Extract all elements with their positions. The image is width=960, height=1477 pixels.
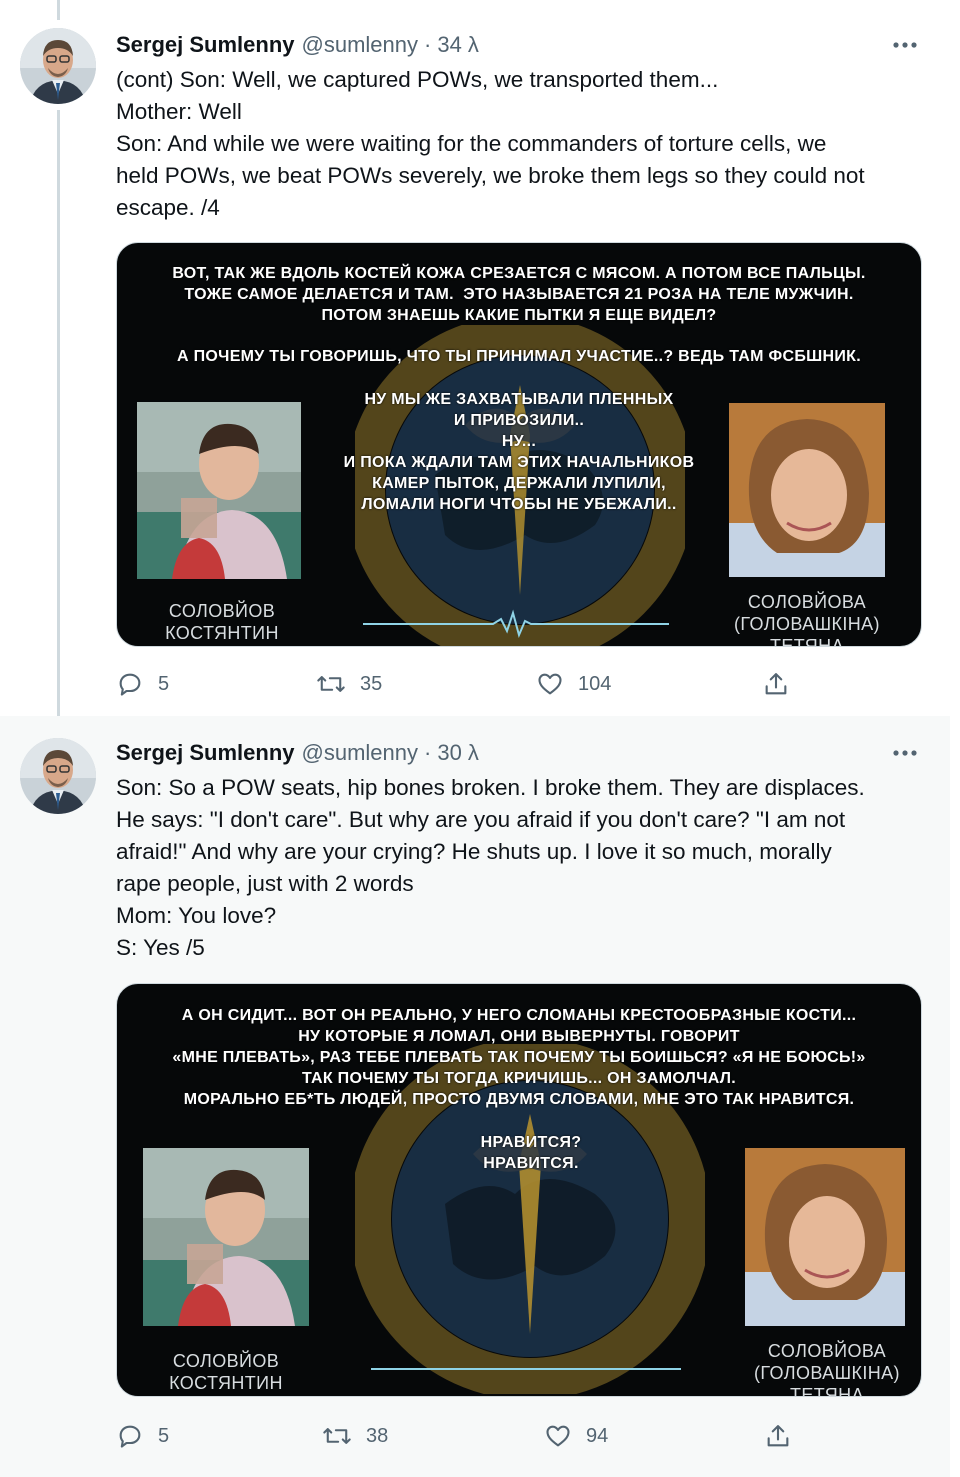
share-icon [767, 1425, 789, 1447]
label-line: (ГОЛОВАШКІНА) [734, 614, 880, 634]
tweet-text-line: escape. /4 [116, 195, 220, 220]
avatar[interactable] [20, 738, 96, 814]
reply-button[interactable]: 5 [116, 670, 316, 698]
tweet-text-line: rape people, just with 2 words [116, 871, 414, 896]
photo-son [137, 402, 301, 579]
separator-dot: · [424, 32, 432, 57]
label-line: ТЕТЯНА [769, 636, 844, 647]
tweet-media-image[interactable]: ВОТ, ТАК ЖЕ ВДОЛЬ КОСТЕЙ КОЖА СРЕЗАЕТСЯ … [116, 242, 922, 647]
tweet-actions: 5 38 94 [116, 1419, 806, 1453]
reply-icon [119, 673, 141, 696]
tweet-text-line: S: Yes /5 [116, 935, 205, 960]
audio-waveform-icon [371, 1368, 681, 1370]
more-icon[interactable] [890, 738, 920, 768]
left-person-label: СОЛОВЙОВ КОСТЯНТИН [141, 1350, 311, 1394]
photo-son [143, 1148, 309, 1326]
like-count: 104 [578, 672, 612, 695]
like-count: 94 [586, 1424, 609, 1447]
retweet-button[interactable]: 38 [322, 1422, 544, 1450]
like-button[interactable]: 94 [544, 1422, 764, 1450]
share-button[interactable] [764, 1422, 792, 1450]
label-line: КОСТЯНТИН [169, 1373, 283, 1393]
right-person-label: СОЛОВЙОВА (ГОЛОВАШКІНА) ТЕТЯНА [717, 591, 897, 647]
caption-line: ПОТОМ ЗНАЕШЬ КАКИЕ ПЫТКИ Я ЕЩЕ ВИДЕЛ? [321, 307, 717, 324]
label-line: СОЛОВЙОВА [767, 1341, 887, 1361]
tweet-text-line: Son: And while we were waiting for the c… [116, 131, 827, 156]
like-icon [546, 1425, 570, 1447]
label-line: СОЛОВЙОВ [172, 1351, 280, 1371]
retweet-count: 35 [360, 672, 383, 695]
tweet-text-line: Son: So a POW seats, hip bones broken. I… [116, 775, 865, 800]
thread-line-top [57, 0, 60, 20]
tweet-timestamp[interactable]: 30 λ [437, 740, 479, 766]
label-line: СОЛОВЙОВА [747, 592, 867, 612]
label-line: КОСТЯНТИН [165, 623, 279, 643]
tweet-text: Son: So a POW seats, hip bones broken. I… [116, 772, 926, 964]
tweet-media-image[interactable]: А ОН СИДИТ... ВОТ ОН РЕАЛЬНО, У НЕГО СЛО… [116, 983, 922, 1397]
tweet-text-line: Mother: Well [116, 99, 242, 124]
caption-line: А ОН СИДИТ... ВОТ ОН РЕАЛЬНО, У НЕГО СЛО… [181, 1007, 857, 1024]
author-handle[interactable]: @sumlenny [302, 740, 419, 766]
tweet-1[interactable]: Sergej Sumlenny @sumlenny · 34 λ (cont) … [0, 0, 950, 716]
audio-waveform-icon [363, 609, 669, 639]
video-caption-top: ВОТ, ТАК ЖЕ ВДОЛЬ КОСТЕЙ КОЖА СРЕЗАЕТСЯ … [117, 263, 921, 326]
label-line: СОЛОВЙОВ [168, 601, 276, 621]
right-person-label: СОЛОВЙОВА (ГОЛОВАШКІНА) ТЕТЯНА [737, 1340, 917, 1396]
tweet-text-line: held POWs, we beat POWs severely, we bro… [116, 163, 865, 188]
reply-icon [119, 1425, 141, 1448]
reply-count: 5 [158, 672, 170, 695]
retweet-button[interactable]: 35 [316, 670, 536, 698]
tweet-text-line: afraid!" And why are your crying? He shu… [116, 839, 832, 864]
video-caption-top: А ОН СИДИТ... ВОТ ОН РЕАЛЬНО, У НЕГО СЛО… [117, 1005, 921, 1110]
retweet-icon [323, 1428, 351, 1444]
left-person-label: СОЛОВЙОВ КОСТЯНТИН [137, 600, 307, 644]
author-name[interactable]: Sergej Sumlenny [116, 32, 295, 58]
tweet-text: (cont) Son: Well, we captured POWs, we t… [116, 64, 926, 224]
tweet-header: Sergej Sumlenny @sumlenny · 30 λ [116, 738, 479, 768]
tweet-text-line: Mom: You love? [116, 903, 277, 928]
retweet-count: 38 [366, 1424, 389, 1447]
caption-line: А ПОЧЕМУ ТЫ ГОВОРИШЬ, ЧТО ТЫ ПРИНИМАЛ УЧ… [177, 348, 861, 365]
caption-line: ТАК ПОЧЕМУ ТЫ ТОГДА КРИЧИШЬ... ОН ЗАМОЛЧ… [301, 1070, 737, 1087]
author-handle[interactable]: @sumlenny [302, 32, 419, 58]
tweet-timestamp[interactable]: 34 λ [437, 32, 479, 58]
caption-line: ТОЖЕ САМОЕ ДЕЛАЕТСЯ И ТАМ. ЭТО НАЗЫВАЕТС… [184, 286, 854, 303]
caption-line: НУ КОТОРЫЕ Я ЛОМАЛ, ОНИ ВЫВЕРНУТЫ. ГОВОР… [298, 1028, 740, 1045]
reply-count: 5 [158, 1424, 170, 1447]
tweet-text-line: (cont) Son: Well, we captured POWs, we t… [116, 67, 719, 92]
separator-dot: · [424, 740, 432, 765]
tweet-text-line: He says: "I don't care". But why are you… [116, 807, 846, 832]
like-icon [538, 673, 562, 695]
tweet-2[interactable]: Sergej Sumlenny @sumlenny · 30 λ Son: So… [0, 716, 950, 1477]
share-icon [765, 673, 787, 695]
caption-line: МОРАЛЬНО ЕБ*ТЬ ЛЮДЕЙ, ПРОСТО ДВУМЯ СЛОВА… [183, 1091, 855, 1108]
avatar[interactable] [20, 28, 96, 104]
author-name[interactable]: Sergej Sumlenny [116, 740, 295, 766]
retweet-icon [317, 676, 345, 692]
caption-line: «МНЕ ПЛЕВАТЬ», РАЗ ТЕБЕ ПЛЕВАТЬ ТАК ПОЧЕ… [172, 1049, 866, 1066]
thread-line-connector [57, 110, 60, 716]
label-line: ТЕТЯНА [789, 1385, 864, 1396]
photo-mother [745, 1148, 905, 1326]
tweet-header: Sergej Sumlenny @sumlenny · 34 λ [116, 30, 479, 60]
more-icon[interactable] [890, 30, 920, 60]
like-button[interactable]: 104 [536, 670, 762, 698]
photo-mother [729, 403, 885, 577]
tweet-actions: 5 35 104 [116, 667, 806, 701]
video-caption-question: А ПОЧЕМУ ТЫ ГОВОРИШЬ, ЧТО ТЫ ПРИНИМАЛ УЧ… [117, 346, 921, 367]
caption-line: ВОТ, ТАК ЖЕ ВДОЛЬ КОСТЕЙ КОЖА СРЕЗАЕТСЯ … [172, 265, 866, 282]
reply-button[interactable]: 5 [116, 1422, 322, 1450]
share-button[interactable] [762, 670, 790, 698]
label-line: (ГОЛОВАШКІНА) [754, 1363, 900, 1383]
